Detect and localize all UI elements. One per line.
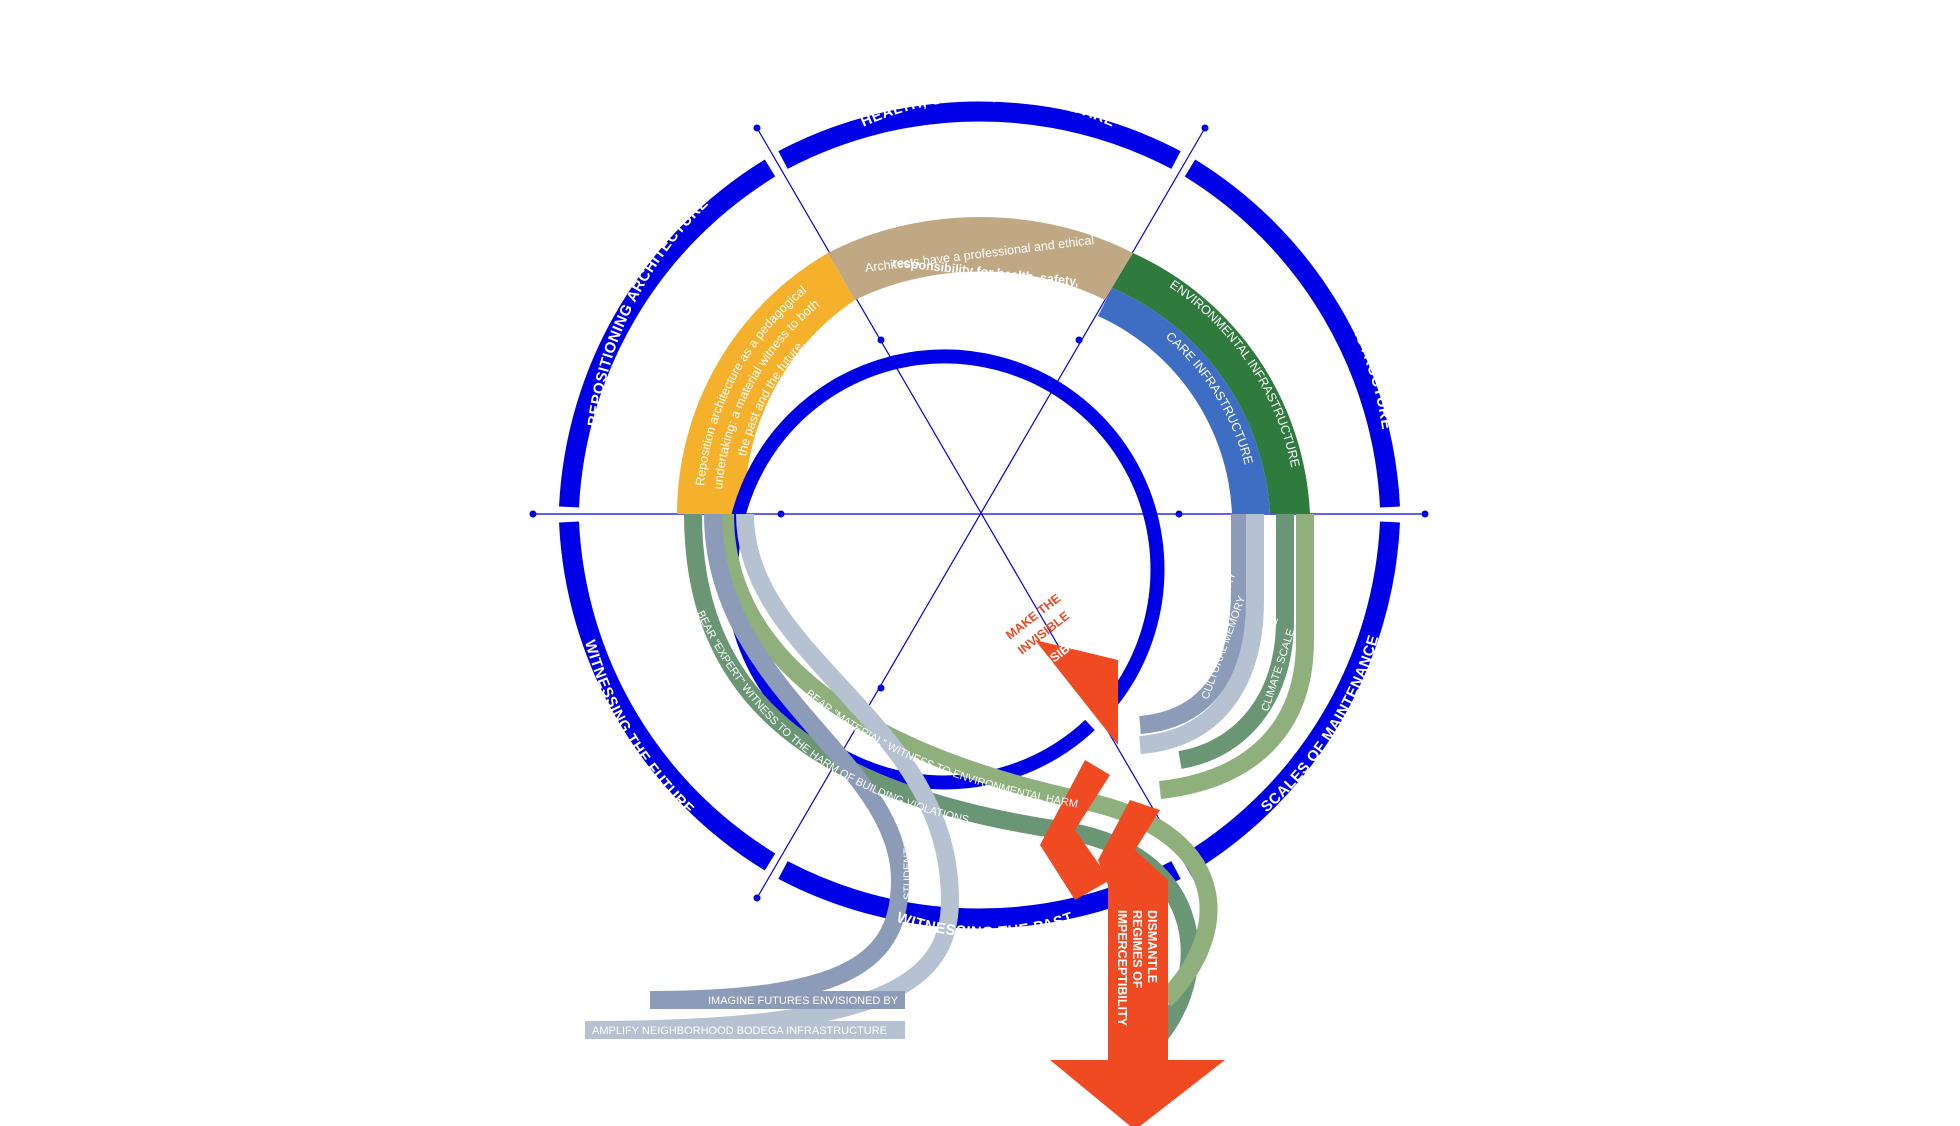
dismantle-line-1: DISMANTLE [1145,910,1159,983]
diagram-canvas: HEALTH, SAFETY, AND WELFARE REPOSITIONIN… [529,87,1429,1126]
tan-text-3: and welfare. [946,281,1014,295]
strand-slate [649,513,910,1009]
students-label: STUDENTS [902,841,914,900]
imagine-label: IMAGINE FUTURES ENVISIONED BY [708,995,899,1007]
outer-ring-top [778,101,1181,169]
dismantle-line-3: IMPERCEPTIBILITY [1115,910,1129,1027]
dismantle-line-2: REGIMES OF [1130,910,1144,989]
amplify-label: AMPLIFY NEIGHBORHOOD BODEGA INFRASTRUCTU… [592,1025,887,1037]
